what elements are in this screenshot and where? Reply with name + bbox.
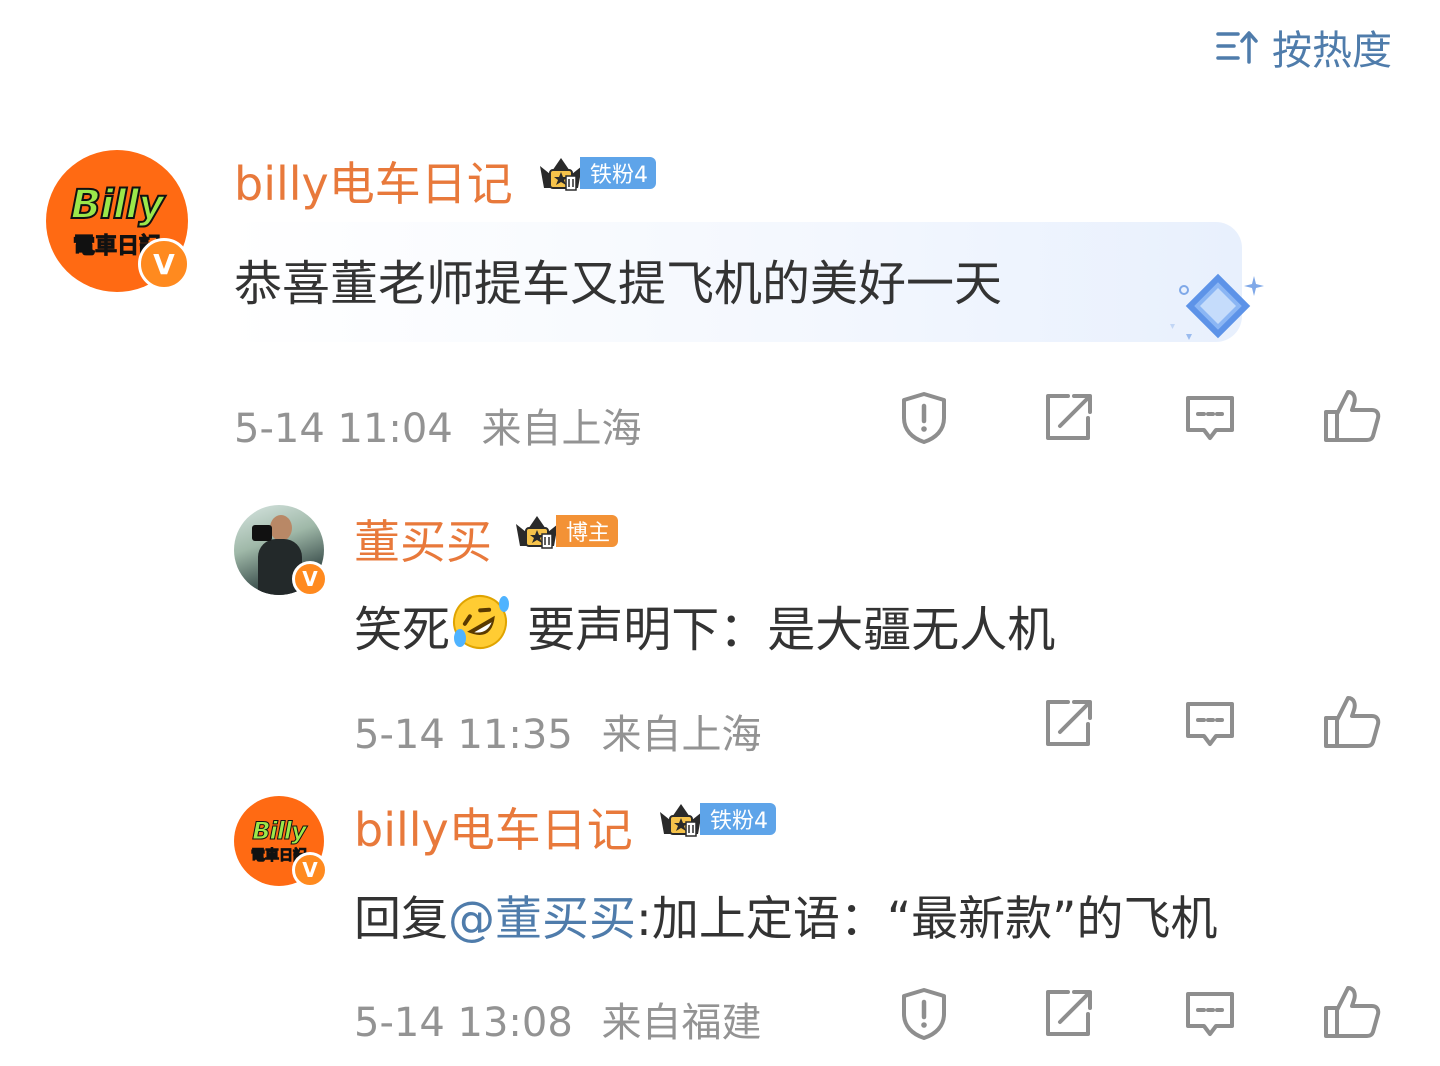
comment-icon	[1186, 992, 1234, 1036]
sort-icon	[1216, 31, 1258, 64]
camera-icon	[252, 525, 272, 541]
avatar-logo-text: Billy	[252, 817, 308, 846]
reply-button[interactable]	[1180, 388, 1240, 448]
share-button[interactable]	[1038, 694, 1098, 754]
avatar-logo-text: Billy	[70, 181, 166, 229]
comment-icon	[1186, 702, 1234, 746]
report-button[interactable]	[894, 984, 954, 1044]
comment-location: 来自福建	[601, 1000, 762, 1046]
reply-button[interactable]	[1180, 984, 1240, 1044]
comment-time: 5-14 11:04	[234, 406, 453, 452]
thumbs-up-icon	[1324, 696, 1381, 748]
diamond-decoration-icon	[1170, 273, 1264, 340]
mention-link[interactable]: @董买买	[448, 892, 636, 947]
reply-prefix: 回复	[354, 892, 448, 947]
thumbs-up-icon	[1324, 986, 1381, 1038]
share-icon	[1046, 394, 1092, 440]
sort-by-popularity-button[interactable]: 按热度	[1214, 18, 1392, 76]
report-shield-icon	[902, 392, 946, 444]
share-icon	[1046, 700, 1092, 746]
reply-button[interactable]	[1180, 694, 1240, 754]
crown-icon	[660, 804, 702, 837]
comment-meta: 5-14 11:35 来自上海	[354, 702, 762, 760]
comment-text: 笑死 要声明下：是大疆无人机	[354, 590, 1055, 660]
like-button[interactable]	[1322, 386, 1382, 446]
share-button[interactable]	[1038, 984, 1098, 1044]
avatar[interactable]: V	[234, 505, 328, 597]
comment-time: 5-14 13:08	[354, 1000, 573, 1046]
blogger-badge[interactable]: 博主	[512, 510, 619, 552]
avatar[interactable]: Billy 電車日記 V	[234, 796, 328, 888]
blogger-label: 博主	[556, 515, 619, 547]
comment-meta: 5-14 11:04 来自上海	[234, 396, 642, 454]
crown-icon	[516, 516, 558, 549]
report-button[interactable]	[894, 388, 954, 448]
comment-meta: 5-14 13:08 来自福建	[354, 990, 762, 1048]
verified-badge: V	[292, 852, 328, 888]
comment-author[interactable]: billy电车日记	[234, 148, 513, 214]
share-button[interactable]	[1038, 388, 1098, 448]
fan-badge[interactable]: 铁粉4	[536, 152, 656, 194]
thumbs-up-icon	[1324, 390, 1381, 442]
report-shield-icon	[902, 988, 946, 1040]
share-icon	[1046, 990, 1092, 1036]
comment-text-part: 笑死	[354, 602, 451, 658]
comment-time: 5-14 11:35	[354, 712, 573, 758]
verified-badge: V	[138, 238, 190, 290]
comment-text: 回复@董买买:加上定语：“最新款”的飞机	[354, 880, 1218, 949]
fan-level-label: 铁粉4	[700, 803, 776, 835]
fan-badge[interactable]: 铁粉4	[656, 798, 776, 840]
verified-badge: V	[292, 561, 328, 597]
comment-text-part: 要声明下：是大疆无人机	[527, 602, 1056, 658]
crown-icon	[540, 158, 582, 191]
like-button[interactable]	[1322, 692, 1382, 752]
sort-label: 按热度	[1272, 28, 1392, 74]
comment-text-part: :加上定语：“最新款”的飞机	[636, 892, 1218, 947]
comment-author[interactable]: 董买买	[354, 506, 492, 572]
comment-location: 来自上海	[601, 712, 762, 758]
comment-text: 恭喜董老师提车又提飞机的美好一天	[234, 256, 1003, 312]
like-button[interactable]	[1322, 982, 1382, 1042]
comment-location: 来自上海	[481, 406, 642, 452]
comment-icon	[1186, 396, 1234, 440]
rolling-on-floor-laughing-emoji	[453, 595, 510, 649]
fan-level-label: 铁粉4	[580, 157, 656, 189]
comment-author[interactable]: billy电车日记	[354, 794, 633, 860]
avatar[interactable]: Billy 電車日記 V	[46, 150, 190, 292]
